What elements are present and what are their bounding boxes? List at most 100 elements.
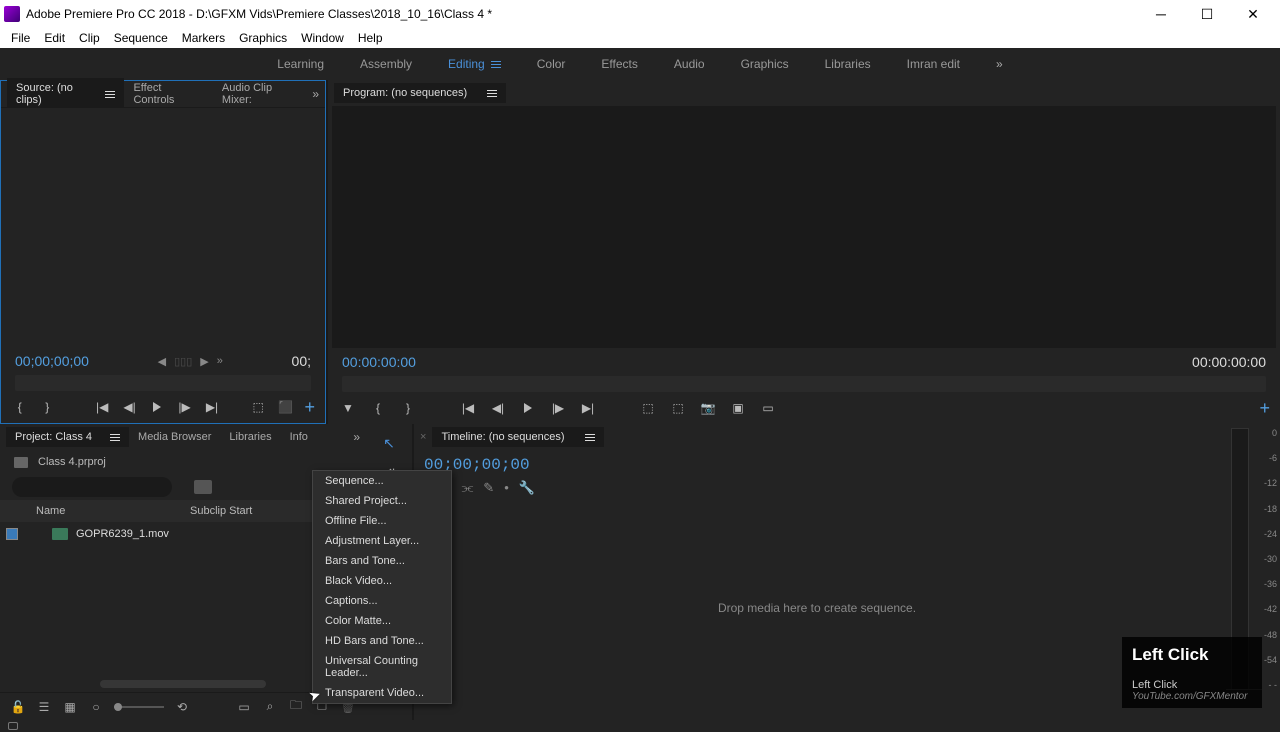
go-to-out-icon[interactable]: ▶| [578, 398, 598, 418]
hamburger-icon[interactable] [487, 90, 497, 97]
menu-offline-file[interactable]: Offline File... [313, 511, 451, 531]
tab-audio-clip-mixer[interactable]: Audio Clip Mixer: [213, 78, 312, 110]
automate-icon[interactable]: ▭ [236, 699, 252, 715]
menu-bars-tone[interactable]: Bars and Tone... [313, 551, 451, 571]
wrench-icon[interactable]: 🔧 [519, 480, 535, 496]
mark-in-icon[interactable]: { [368, 398, 388, 418]
menu-captions[interactable]: Captions... [313, 591, 451, 611]
overwrite-icon[interactable]: ⬛ [277, 397, 294, 417]
step-back-icon[interactable]: ◀| [121, 397, 138, 417]
project-scrollbar[interactable] [100, 680, 266, 688]
tab-info[interactable]: Info [281, 427, 317, 447]
hamburger-icon[interactable] [491, 61, 501, 68]
tab-libraries[interactable]: Libraries [220, 427, 280, 447]
menu-sequence[interactable]: Sequence... [313, 471, 451, 491]
settings-icon[interactable]: • [504, 480, 509, 496]
fit-button[interactable]: ◀ [158, 355, 166, 368]
menu-adjustment-layer[interactable]: Adjustment Layer... [313, 531, 451, 551]
compare-icon[interactable]: ▣ [728, 398, 748, 418]
workspace-overflow[interactable]: » [978, 57, 1021, 71]
menu-clip[interactable]: Clip [72, 29, 107, 47]
tab-project[interactable]: Project: Class 4 [6, 427, 129, 447]
step-forward-icon[interactable]: |▶ [176, 397, 193, 417]
go-to-out-icon[interactable]: ▶| [203, 397, 220, 417]
menu-transparent-video[interactable]: Transparent Video... [313, 683, 451, 703]
tab-media-browser[interactable]: Media Browser [129, 427, 220, 447]
tab-source[interactable]: Source: (no clips) [7, 78, 124, 110]
item-checkbox[interactable] [6, 528, 18, 540]
go-to-in-icon[interactable]: |◀ [458, 398, 478, 418]
maximize-button[interactable]: ☐ [1184, 0, 1230, 28]
play-button[interactable] [518, 398, 538, 418]
program-timecode-in[interactable]: 00:00:00:00 [342, 354, 416, 370]
menu-sequence[interactable]: Sequence [107, 29, 175, 47]
menu-universal-leader[interactable]: Universal Counting Leader... [313, 651, 451, 683]
workspace-audio[interactable]: Audio [656, 48, 723, 80]
freeform-view-icon[interactable]: ○ [88, 699, 104, 715]
hamburger-icon[interactable] [110, 434, 120, 441]
workspace-editing[interactable]: Editing [430, 48, 519, 80]
menu-markers[interactable]: Markers [175, 29, 232, 47]
mark-in-icon[interactable]: { [11, 397, 28, 417]
settings-icon[interactable]: ▶ [200, 355, 208, 368]
menu-color-matte[interactable]: Color Matte... [313, 611, 451, 631]
workspace-graphics[interactable]: Graphics [723, 48, 807, 80]
close-button[interactable]: ✕ [1230, 0, 1276, 28]
menu-help[interactable]: Help [351, 29, 390, 47]
step-forward-icon[interactable]: |▶ [548, 398, 568, 418]
new-bin-button[interactable]: 🗀 [288, 699, 304, 715]
step-back-icon[interactable]: ◀| [488, 398, 508, 418]
linked-icon[interactable]: ⫘ [462, 480, 474, 496]
workspace-effects[interactable]: Effects [583, 48, 655, 80]
menu-edit[interactable]: Edit [37, 29, 72, 47]
close-tab-icon[interactable]: × [420, 431, 426, 443]
export-frame-icon[interactable]: 📷 [698, 398, 718, 418]
program-scrubber[interactable] [342, 376, 1266, 392]
source-timecode-in[interactable]: 00;00;00;00 [15, 353, 89, 369]
menu-hd-bars-tone[interactable]: HD Bars and Tone... [313, 631, 451, 651]
minimize-button[interactable]: ─ [1138, 0, 1184, 28]
col-name[interactable]: Name [0, 505, 180, 517]
settings-icon[interactable]: » [217, 355, 223, 368]
sort-icon[interactable]: ⟲ [174, 699, 190, 715]
menu-shared-project[interactable]: Shared Project... [313, 491, 451, 511]
workspace-assembly[interactable]: Assembly [342, 48, 430, 80]
search-input[interactable] [12, 477, 172, 497]
icon-view-icon[interactable]: ▦ [62, 699, 78, 715]
find-icon[interactable]: ⌕ [262, 699, 278, 715]
panel-overflow[interactable]: » [353, 430, 360, 444]
menu-file[interactable]: File [4, 29, 37, 47]
workspace-imran[interactable]: Imran edit [889, 48, 978, 80]
insert-icon[interactable]: ⬚ [249, 397, 266, 417]
workspace-learning[interactable]: Learning [259, 48, 342, 80]
safe-margins-icon[interactable]: ▭ [758, 398, 778, 418]
list-view-icon[interactable]: ☰ [36, 699, 52, 715]
tab-timeline[interactable]: Timeline: (no sequences) [432, 427, 603, 447]
hamburger-icon[interactable] [105, 91, 115, 98]
source-monitor[interactable] [1, 107, 325, 347]
hamburger-icon[interactable] [585, 434, 595, 441]
program-monitor[interactable] [332, 106, 1276, 348]
resolution-dropdown[interactable]: ▯▯▯ [174, 355, 192, 368]
menu-window[interactable]: Window [294, 29, 351, 47]
mark-out-icon[interactable]: } [398, 398, 418, 418]
mark-out-icon[interactable]: } [38, 397, 55, 417]
go-to-in-icon[interactable]: |◀ [93, 397, 110, 417]
play-button[interactable] [148, 397, 165, 417]
lift-icon[interactable]: ⬚ [638, 398, 658, 418]
add-button[interactable]: + [1259, 398, 1270, 419]
panel-overflow[interactable]: » [312, 87, 319, 101]
tab-effect-controls[interactable]: Effect Controls [124, 78, 212, 110]
add-button[interactable]: + [304, 397, 315, 418]
source-scrubber[interactable] [15, 375, 311, 391]
selection-tool[interactable]: ↖ [376, 432, 402, 454]
menu-graphics[interactable]: Graphics [232, 29, 294, 47]
workspace-color[interactable]: Color [519, 48, 584, 80]
tab-program[interactable]: Program: (no sequences) [334, 83, 506, 103]
timeline-drop-zone[interactable]: Drop media here to create sequence. [414, 496, 1220, 720]
extract-icon[interactable]: ⬚ [668, 398, 688, 418]
workspace-libraries[interactable]: Libraries [807, 48, 889, 80]
marker-icon[interactable]: ✎ [483, 480, 494, 496]
new-bin-icon[interactable] [194, 480, 212, 494]
menu-black-video[interactable]: Black Video... [313, 571, 451, 591]
